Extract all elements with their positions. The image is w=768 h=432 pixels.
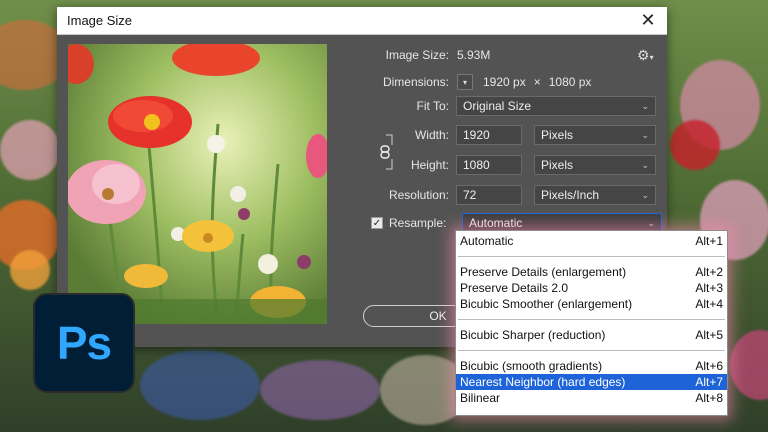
resample-checkbox[interactable]: ✓ [371,217,383,229]
checkmark-icon: ✓ [372,217,382,229]
fit-to-select[interactable]: Original Size ⌄ [456,96,656,116]
dimensions-label: Dimensions: [382,75,449,89]
menu-item-label: Bicubic Smoother (enlargement) [460,297,633,311]
width-unit-select[interactable]: Pixels ⌄ [534,125,656,145]
resample-menu-item[interactable]: Preserve Details 2.0 Alt+3 [456,280,727,296]
menu-item-shortcut: Alt+4 [695,297,723,311]
menu-item-label: Preserve Details (enlargement) [460,265,627,279]
chevron-down-icon: ⌄ [641,189,649,200]
photoshop-logo: Ps [33,293,135,393]
menu-separator [458,256,725,257]
resolution-unit-value: Pixels/Inch [541,188,600,202]
width-input[interactable] [456,125,522,145]
chevron-down-icon: ⌄ [647,217,655,228]
resample-menu-item[interactable]: Bicubic Sharper (reduction) Alt+5 [456,327,727,343]
menu-item-label: Preserve Details 2.0 [460,281,569,295]
image-preview[interactable] [68,44,327,324]
dialog-titlebar: Image Size ✕ [57,7,667,35]
height-input[interactable] [456,155,522,175]
ok-button-label: OK [429,309,447,323]
dimensions-width: 1920 px [483,75,526,89]
flower-preview-image [68,44,327,324]
chevron-down-icon: ⌄ [641,100,649,111]
menu-item-shortcut: Alt+8 [695,391,723,405]
height-unit-select[interactable]: Pixels ⌄ [534,155,656,175]
resample-menu-item[interactable]: Bicubic Smoother (enlargement) Alt+4 [456,296,727,312]
close-icon[interactable]: ✕ [637,10,659,31]
height-label: Height: [410,158,449,172]
chevron-down-icon: ⌄ [641,159,649,170]
dimensions-times: × [533,75,541,89]
dialog-title: Image Size [67,13,133,28]
resample-menu-item[interactable]: Automatic Alt+1 [456,233,727,249]
menu-item-shortcut: Alt+7 [695,375,723,389]
fit-to-value: Original Size [463,99,532,113]
dimensions-height: 1080 px [548,75,592,89]
menu-item-shortcut: Alt+2 [695,265,723,279]
menu-item-label: Automatic [460,234,514,248]
resample-label: Resample: [389,216,447,230]
chevron-down-icon: ⌄ [641,129,649,140]
menu-item-label: Bilinear [460,391,501,405]
resolution-label: Resolution: [388,188,449,202]
resolution-unit-select[interactable]: Pixels/Inch ⌄ [534,185,656,205]
menu-separator [458,319,725,320]
menu-item-shortcut: Alt+3 [695,281,723,295]
menu-separator [458,350,725,351]
photoshop-logo-text: Ps [56,317,112,369]
image-size-label: Image Size: [385,48,449,62]
height-unit-value: Pixels [541,158,574,172]
menu-item-shortcut: Alt+1 [695,234,723,248]
resample-menu-item[interactable]: Bicubic (smooth gradients) Alt+6 [456,358,727,374]
menu-item-label: Bicubic Sharper (reduction) [460,328,606,342]
menu-item-shortcut: Alt+6 [695,359,723,373]
resample-menu-item[interactable]: Preserve Details (enlargement) Alt+2 [456,264,727,280]
dimensions-unit-dropdown[interactable]: ▾ [457,74,473,90]
resample-dropdown-menu: Automatic Alt+1 Preserve Details (enlargem… [455,230,728,416]
menu-item-shortcut: Alt+5 [695,328,723,342]
width-unit-value: Pixels [541,128,574,142]
menu-item-label: Bicubic (smooth gradients) [460,359,603,373]
resample-value: Automatic [469,216,523,230]
gear-icon[interactable]: ⚙▾ [637,47,654,64]
pink-flower [68,160,146,224]
menu-item-label: Nearest Neighbor (hard edges) [460,375,626,389]
resample-menu-item[interactable]: Nearest Neighbor (hard edges) Alt+7 [456,374,727,390]
fit-to-label: Fit To: [416,99,449,113]
red-flower [108,96,192,148]
width-label: Width: [414,128,449,142]
resolution-input[interactable] [456,185,522,205]
resample-menu-item[interactable]: Bilinear Alt+8 [456,390,727,406]
image-size-value: 5.93M [457,48,491,62]
chevron-down-icon: ▾ [462,77,467,87]
